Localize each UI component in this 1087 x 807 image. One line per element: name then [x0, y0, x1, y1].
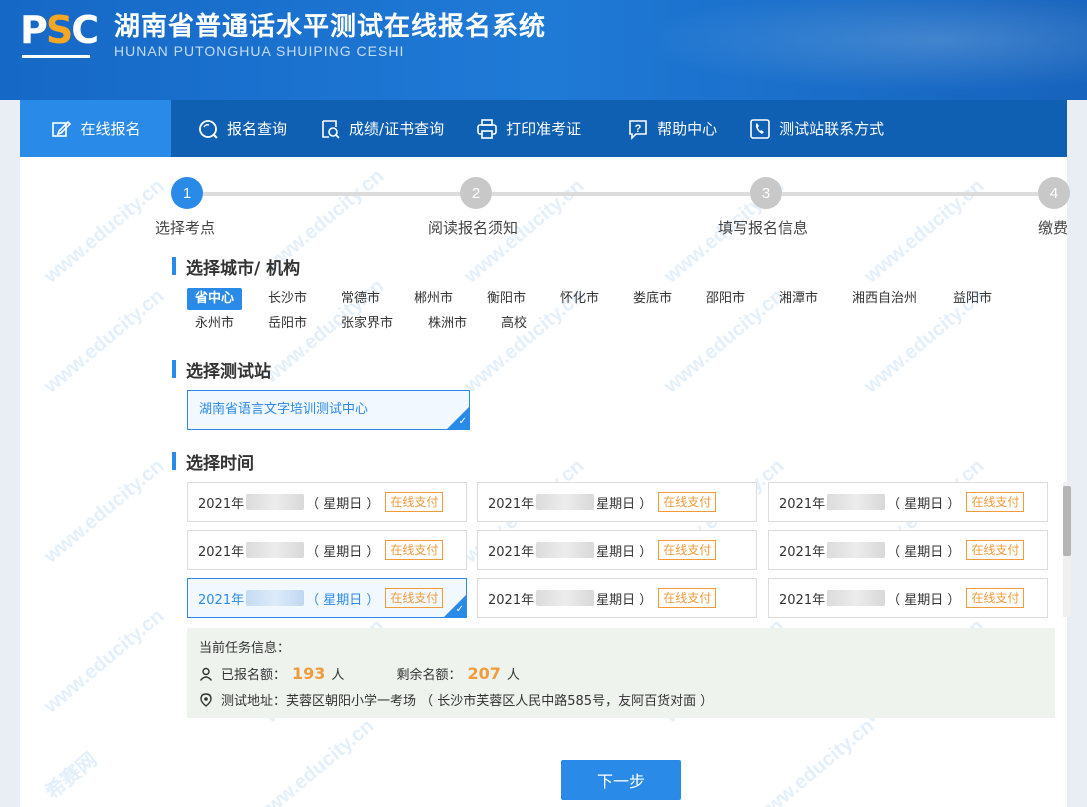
station-section-title: 选择测试站	[172, 357, 271, 382]
time-slot[interactable]: 2021年 星期日 ）在线支付	[477, 578, 757, 618]
city-option[interactable]: 湘西自治州	[852, 288, 917, 310]
online-pay-badge: 在线支付	[658, 540, 717, 560]
nav-help-center[interactable]: ? 帮助中心	[597, 100, 733, 157]
check-icon: ✓	[458, 416, 467, 427]
step-1-label: 选择考点	[155, 219, 216, 237]
city-option[interactable]: 邵阳市	[706, 288, 745, 310]
online-pay-badge: 在线支付	[658, 588, 717, 608]
blurred-date	[246, 542, 305, 558]
nav-station-contact[interactable]: 测试站联系方式	[733, 100, 900, 157]
city-option[interactable]: 长沙市	[268, 288, 307, 310]
online-pay-badge: 在线支付	[385, 588, 444, 608]
time-slot[interactable]: 2021年（ 星期日 ）在线支付	[768, 578, 1048, 618]
step-3-label: 填写报名信息	[718, 219, 809, 237]
blurred-date	[536, 542, 595, 558]
blurred-date	[536, 494, 595, 510]
location-pin-icon	[200, 692, 212, 707]
city-option[interactable]: 郴州市	[414, 288, 453, 310]
city-option[interactable]: 怀化市	[560, 288, 599, 310]
time-slot[interactable]: 2021年（ 星期日 ）在线支付	[187, 482, 467, 522]
user-icon	[199, 667, 213, 681]
main-nav: 在线报名 报名查询 成绩/证书查询 打印准考证 ? 帮助中心 测试站联系方式	[0, 100, 1087, 157]
edit-icon	[52, 120, 72, 137]
step-4-label: 缴费	[1038, 219, 1069, 237]
next-step-button[interactable]: 下一步	[561, 760, 681, 800]
test-address: 测试地址：芙蓉区朝阳小学一考场 （ 长沙市芙蓉区人民中路585号，友阿百货对面 …	[221, 694, 714, 709]
city-option[interactable]: 省中心	[187, 288, 243, 310]
search-icon	[199, 119, 218, 139]
step-1-circle: 1	[171, 177, 203, 209]
nav-registration-query[interactable]: 报名查询	[171, 100, 303, 157]
step-2-circle: 2	[460, 177, 492, 209]
check-icon: ✓	[455, 604, 464, 615]
city-option[interactable]: 张家界市	[341, 313, 393, 335]
nav-online-registration[interactable]: 在线报名	[20, 100, 171, 157]
certificate-search-icon	[322, 119, 340, 139]
nav-score-certificate-query[interactable]: 成绩/证书查询	[303, 100, 460, 157]
online-pay-badge: 在线支付	[966, 588, 1025, 608]
time-slot[interactable]: 2021年 星期日 ）在线支付	[477, 530, 757, 570]
blurred-date	[827, 542, 886, 558]
blurred-date	[827, 494, 886, 510]
time-slot[interactable]: 2021年（ 星期日 ）在线支付	[768, 530, 1048, 570]
remaining-count: 207	[467, 664, 501, 683]
phone-icon	[750, 118, 770, 139]
svg-text:?: ?	[635, 123, 642, 135]
nav-print-admission[interactable]: 打印准考证	[460, 100, 597, 157]
step-3-circle: 3	[750, 177, 782, 209]
step-connector	[492, 192, 750, 196]
city-option[interactable]: 益阳市	[953, 288, 992, 310]
blurred-date	[536, 590, 595, 606]
current-task-info: 当前任务信息： 已报名额： 193 人 剩余名额： 207 人 测试地址：芙蓉区…	[187, 628, 1055, 718]
online-pay-badge: 在线支付	[966, 492, 1025, 512]
step-4-circle: 4	[1038, 177, 1070, 209]
address-row: 测试地址：芙蓉区朝阳小学一考场 （ 长沙市芙蓉区人民中路585号，友阿百货对面 …	[199, 690, 713, 709]
city-option[interactable]: 永州市	[195, 313, 234, 335]
city-section-title: 选择城市/ 机构	[172, 254, 300, 279]
city-option[interactable]: 常德市	[341, 288, 380, 310]
step-2-label: 阅读报名须知	[428, 219, 519, 237]
registered-count: 193	[292, 664, 326, 683]
time-slot-selected[interactable]: 2021年（ 星期日 ）在线支付 ✓	[187, 578, 467, 618]
scroll-thumb[interactable]	[1063, 486, 1071, 556]
header: PSC 湖南省普通话水平测试在线报名系统 HUNAN PUTONGHUA SHU…	[0, 0, 1087, 100]
station-option-selected[interactable]: 湖南省语言文字培训测试中心 ✓	[187, 390, 470, 430]
blurred-date	[246, 590, 305, 606]
blurred-date	[827, 590, 886, 606]
step-connector	[782, 192, 1038, 196]
online-pay-badge: 在线支付	[658, 492, 717, 512]
time-slot[interactable]: 2021年 星期日 ）在线支付	[477, 482, 757, 522]
psc-logo: PSC	[20, 8, 99, 58]
city-option[interactable]: 娄底市	[633, 288, 672, 310]
step-connector	[203, 192, 461, 196]
online-pay-badge: 在线支付	[385, 540, 444, 560]
printer-icon	[477, 118, 497, 139]
city-option[interactable]: 衡阳市	[487, 288, 526, 310]
blurred-date	[246, 494, 305, 510]
quota-row: 已报名额： 193 人 剩余名额： 207 人	[199, 664, 520, 683]
online-pay-badge: 在线支付	[966, 540, 1025, 560]
time-section-title: 选择时间	[172, 449, 254, 474]
task-info-title: 当前任务信息：	[199, 641, 291, 656]
time-slot[interactable]: 2021年（ 星期日 ）在线支付	[187, 530, 467, 570]
city-option[interactable]: 株洲市	[428, 313, 467, 335]
city-option[interactable]: 高校	[501, 313, 527, 335]
help-icon: ?	[629, 119, 647, 140]
site-subtitle: HUNAN PUTONGHUA SHUIPING CESHI	[114, 43, 405, 59]
left-margin	[0, 157, 20, 807]
online-pay-badge: 在线支付	[385, 492, 444, 512]
time-slot[interactable]: 2021年（ 星期日 ）在线支付	[768, 482, 1048, 522]
city-option[interactable]: 湘潭市	[779, 288, 818, 310]
time-list-scrollbar[interactable]	[1063, 482, 1071, 617]
city-option[interactable]: 岳阳市	[268, 313, 307, 335]
site-title: 湖南省普通话水平测试在线报名系统	[114, 12, 547, 42]
